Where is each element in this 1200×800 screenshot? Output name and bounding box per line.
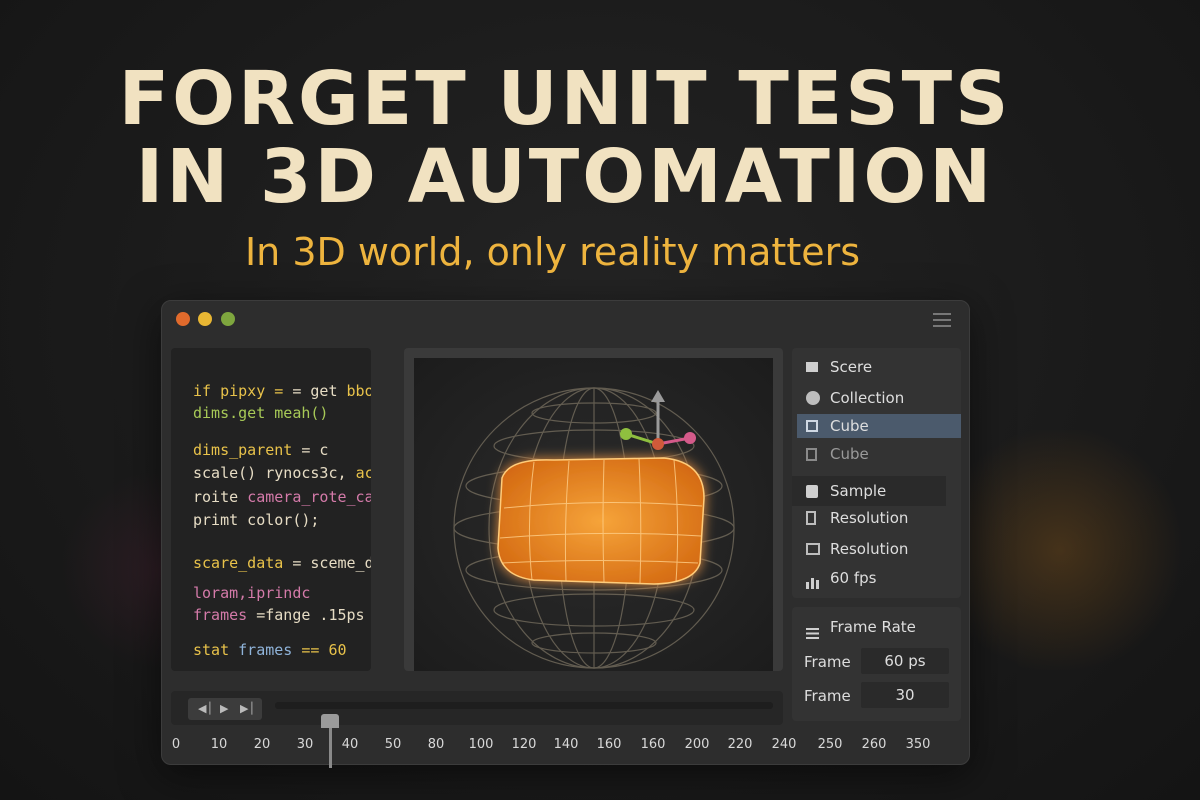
headline-line-2: IN 3D AUTOMATION	[135, 134, 995, 220]
timeline-tick-label: 160	[596, 737, 622, 752]
outliner-item-sample[interactable]: Sample	[792, 476, 946, 506]
outliner-item-cube[interactable]: Cube	[792, 442, 961, 466]
code-line: roite camera_rote_car	[193, 488, 371, 506]
circle-icon	[806, 391, 820, 405]
timeline-tick-label: 260	[861, 737, 887, 752]
timeline-tick-label: 140	[553, 737, 579, 752]
bar-chart-icon	[806, 572, 820, 589]
frame-rate-field[interactable]: 60 ps	[861, 648, 949, 674]
window-close-button[interactable]	[176, 312, 190, 326]
code-editor[interactable]: if pipxy = = get bboxcd dims.get meah() …	[171, 348, 371, 671]
code-line: stat frames == 60	[193, 641, 347, 659]
timeline-tick-label: 350	[905, 737, 931, 752]
code-line: dims.get meah()	[193, 404, 329, 422]
square-icon	[806, 362, 818, 372]
outliner-item-fps[interactable]: 60 fps	[792, 566, 961, 590]
transform-gizmo	[620, 390, 696, 450]
timeline-tick-label: 0	[171, 737, 181, 752]
frame-field[interactable]: 30	[861, 682, 949, 708]
viewport-canvas[interactable]	[414, 358, 773, 671]
code-line: loram,iprindc	[193, 584, 311, 602]
play-icon[interactable]: ▶	[220, 702, 228, 715]
timeline-scrubber[interactable]	[275, 702, 773, 709]
outliner-item-resolution-2[interactable]: Resolution	[792, 537, 961, 561]
skip-forward-icon[interactable]: ▶│	[240, 702, 255, 715]
timeline-tick-label: 40	[341, 737, 359, 752]
timeline-tick-label: 80	[427, 737, 445, 752]
app-window: if pipxy = = get bboxcd dims.get meah() …	[161, 300, 970, 768]
code-line: scale() rynocs3c, acl	[193, 464, 371, 482]
code-line: scare_data = sceme_data	[193, 554, 371, 572]
subtitle: In 3D world, only reality matters	[244, 230, 861, 274]
frame-label: Frame	[804, 653, 851, 671]
headline-line-1: FORGET UNIT TESTS	[118, 56, 1012, 142]
properties-panel: Frame Rate Frame 60 ps Frame 30	[792, 607, 961, 721]
timeline-tick-label: 20	[253, 737, 271, 752]
timeline-controls: ◀│ ▶ ▶│	[171, 691, 783, 725]
outliner-item-collection[interactable]: Collection	[792, 386, 961, 410]
timeline-tick-label: 30	[296, 737, 314, 752]
outliner-item-resolution[interactable]: Resolution	[792, 506, 961, 530]
window-minimize-button[interactable]	[198, 312, 212, 326]
scene-header: Scere	[792, 355, 961, 379]
timeline-tick-label: 250	[817, 737, 843, 752]
list-icon	[806, 622, 819, 639]
hamburger-icon[interactable]	[933, 313, 951, 331]
scene-render	[453, 387, 735, 669]
properties-header: Frame Rate	[792, 615, 961, 639]
timeline-tick-label: 240	[771, 737, 797, 752]
timeline-tick-label: 220	[727, 737, 753, 752]
timeline-tick-label: 50	[384, 737, 402, 752]
monitor-icon	[806, 543, 820, 555]
cube-icon	[806, 420, 818, 432]
timeline-tick-label: 200	[684, 737, 710, 752]
outliner-item-cube-selected[interactable]: Cube	[797, 414, 961, 438]
timeline-tick-label: 100	[468, 737, 494, 752]
playhead[interactable]	[329, 726, 332, 768]
code-line: dims_parent = c	[193, 441, 329, 459]
phone-icon	[806, 511, 816, 525]
code-line: if pipxy = = get bboxcd	[193, 382, 371, 400]
timeline-tick-label: 160	[640, 737, 666, 752]
person-icon	[806, 485, 818, 498]
timeline-tick-label: 10	[210, 737, 228, 752]
playhead-handle[interactable]	[321, 714, 339, 728]
mesh-icon	[806, 448, 817, 461]
timeline-tick-label: 120	[511, 737, 537, 752]
code-line: frames =fange .15ps	[193, 606, 365, 624]
scene-outliner: Scere Collection Cube Cube Sample Resolu…	[792, 348, 961, 598]
code-line: primt color();	[193, 511, 320, 529]
frame-label-2: Frame	[804, 687, 851, 705]
window-maximize-button[interactable]	[221, 312, 235, 326]
transport-controls: ◀│ ▶ ▶│	[188, 698, 262, 720]
cube-mesh	[497, 457, 705, 585]
3d-viewport[interactable]	[404, 348, 783, 671]
skip-back-icon[interactable]: ◀│	[198, 702, 213, 715]
